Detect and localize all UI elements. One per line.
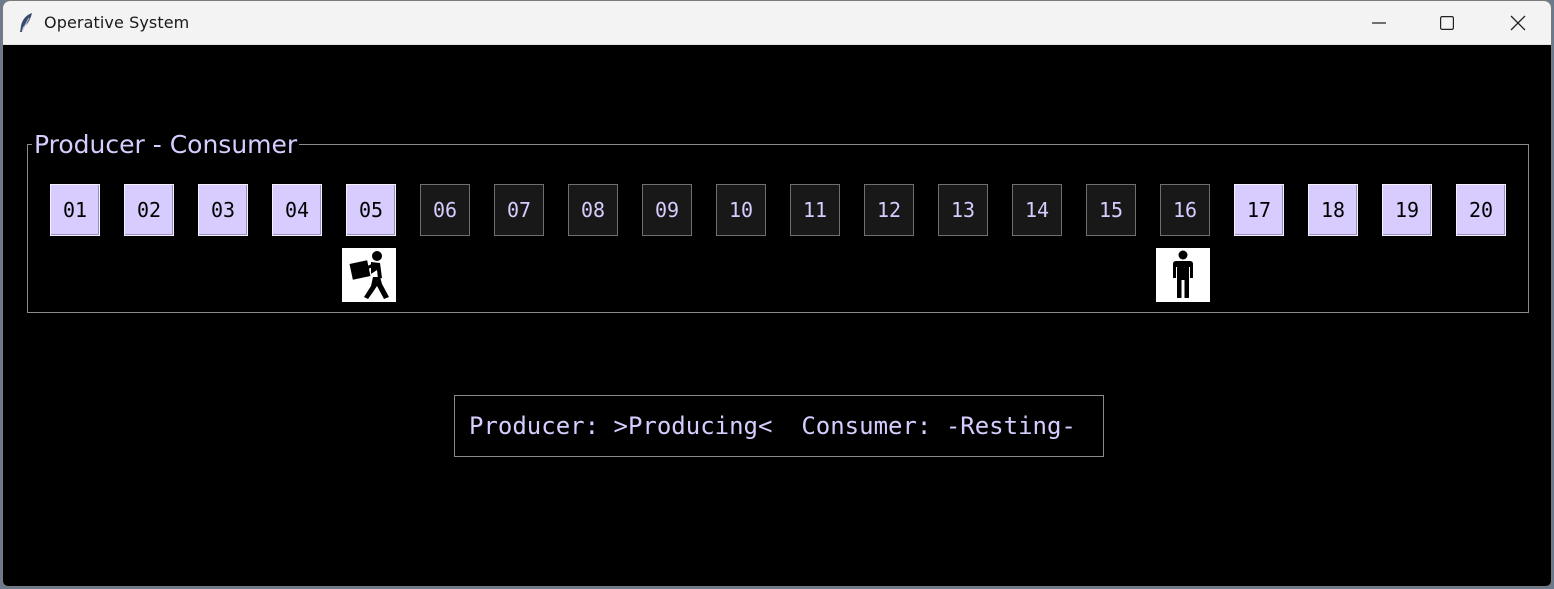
buffer-slot: 06 [420,184,470,236]
buffer-slot: 01 [50,184,100,236]
buffer-slot: 18 [1308,184,1358,236]
maximize-icon [1440,16,1454,30]
buffer-slot: 08 [568,184,618,236]
producer-marker [342,248,396,302]
person-carrying-box-icon [349,251,389,299]
buffer-slot: 16 [1160,184,1210,236]
minimize-icon [1372,22,1386,24]
buffer-slot: 05 [346,184,396,236]
buffer-slot: 19 [1382,184,1432,236]
feather-icon [17,12,35,34]
person-standing-icon [1173,250,1193,298]
status-bar: Producer: >Producing< Consumer: -Resting… [454,395,1104,457]
app-window: Operative System Producer - Consumer 01 0… [2,0,1552,587]
buffer-slot: 15 [1086,184,1136,236]
buffer-slot: 11 [790,184,840,236]
buffer-slot: 10 [716,184,766,236]
buffer-slot: 14 [1012,184,1062,236]
buffer-slot: 12 [864,184,914,236]
window-title: Operative System [44,13,190,32]
buffer-slot: 20 [1456,184,1506,236]
buffer-slot: 03 [198,184,248,236]
maximize-button[interactable] [1412,1,1482,45]
minimize-button[interactable] [1344,1,1414,45]
buffer-slot: 13 [938,184,988,236]
close-button[interactable] [1483,1,1551,45]
buffer-slot: 17 [1234,184,1284,236]
title-bar[interactable]: Operative System [3,1,1551,45]
buffer-slot: 07 [494,184,544,236]
consumer-marker [1156,248,1210,302]
frame-label: Producer - Consumer [32,130,300,160]
status-text: Producer: >Producing< Consumer: -Resting… [469,412,1076,440]
buffer-slot: 04 [272,184,322,236]
buffer-slot: 02 [124,184,174,236]
producer-consumer-frame [27,144,1529,313]
buffer-slot: 09 [642,184,692,236]
close-icon [1510,15,1526,31]
